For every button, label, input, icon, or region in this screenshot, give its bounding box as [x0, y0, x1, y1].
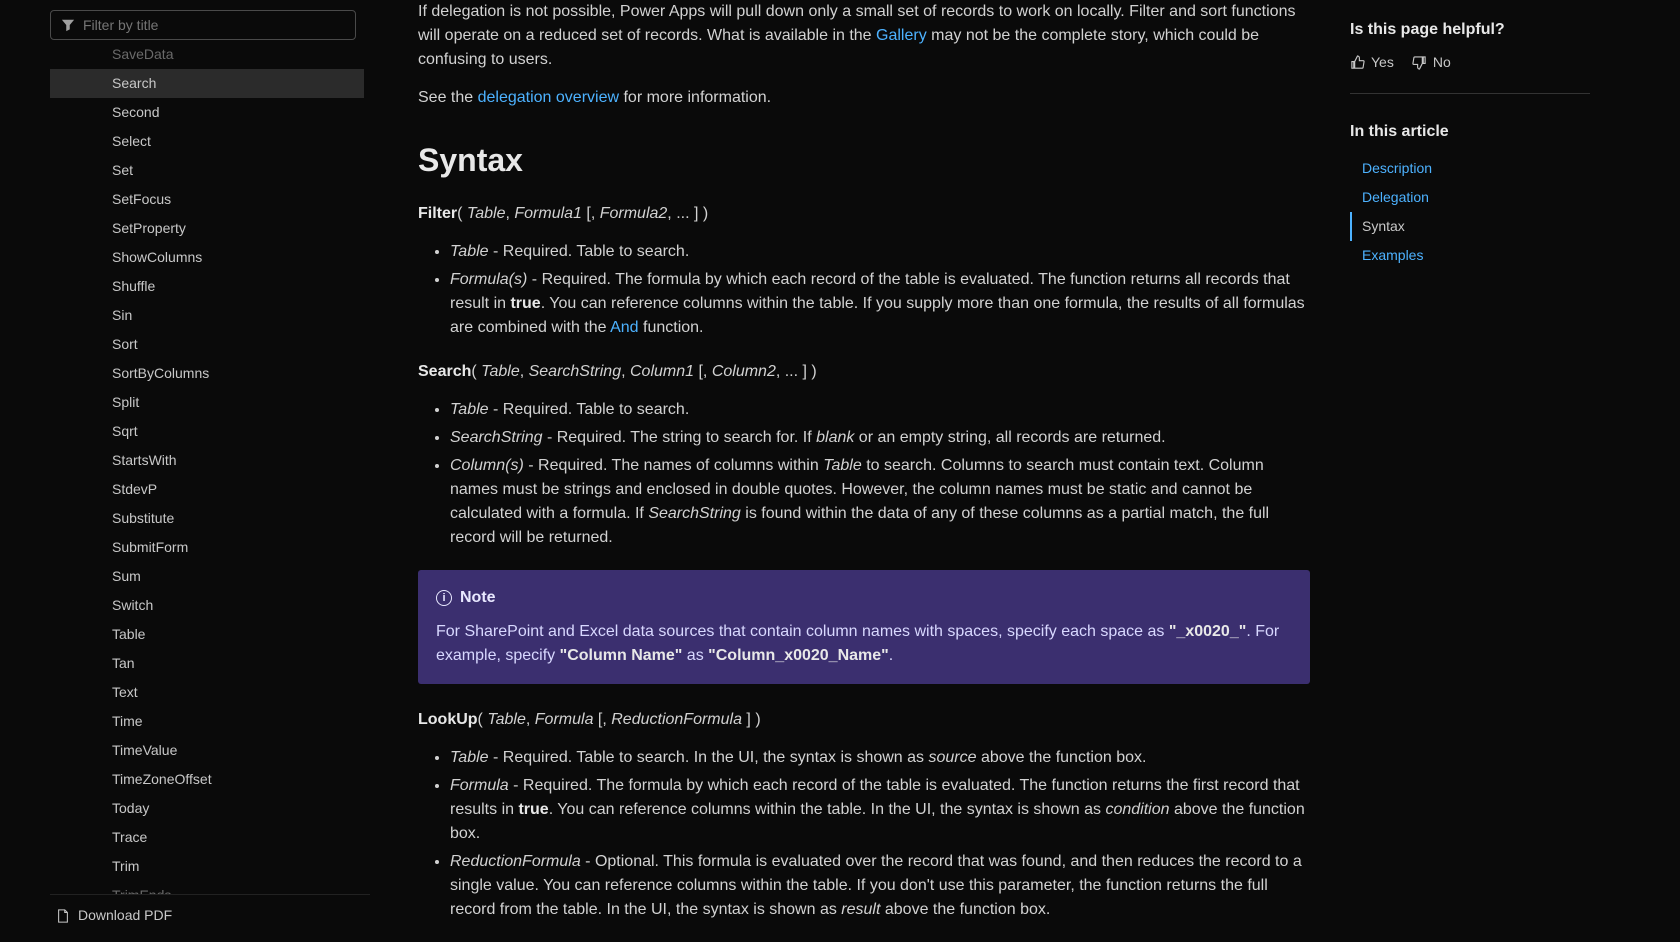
sidebar-item-trace[interactable]: Trace [50, 823, 364, 852]
sidebar-item-table[interactable]: Table [50, 620, 364, 649]
filter-icon [61, 18, 75, 32]
sidebar-item-savedata[interactable]: SaveData [50, 48, 364, 69]
sidebar-item-sqrt[interactable]: Sqrt [50, 417, 364, 446]
sidebar-item-text[interactable]: Text [50, 678, 364, 707]
sidebar-item-search[interactable]: Search [50, 69, 364, 98]
thumbs-up-icon [1350, 55, 1365, 70]
sidebar-item-substitute[interactable]: Substitute [50, 504, 364, 533]
main-content: If delegation is not possible, Power App… [370, 0, 1350, 942]
search-params: Table - Required. Table to search. Searc… [418, 398, 1310, 550]
filter-params: Table - Required. Table to search. Formu… [418, 240, 1310, 340]
sidebar-item-submitform[interactable]: SubmitForm [50, 533, 364, 562]
sidebar-item-split[interactable]: Split [50, 388, 364, 417]
syntax-heading: Syntax [418, 136, 1310, 184]
toc-item-description[interactable]: Description [1350, 154, 1590, 183]
and-link[interactable]: And [610, 319, 638, 336]
feedback-buttons: Yes No [1350, 52, 1590, 94]
sidebar-item-today[interactable]: Today [50, 794, 364, 823]
see-paragraph: See the delegation overview for more inf… [418, 86, 1310, 110]
list-item: Table - Required. Table to search. In th… [450, 746, 1310, 770]
list-item: Formula - Required. The formula by which… [450, 774, 1310, 846]
info-icon: i [436, 590, 452, 606]
sidebar-item-stdevp[interactable]: StdevP [50, 475, 364, 504]
note-heading: i Note [436, 586, 1292, 610]
sidebar-item-switch[interactable]: Switch [50, 591, 364, 620]
list-item: ReductionFormula - Optional. This formul… [450, 850, 1310, 922]
sidebar-item-second[interactable]: Second [50, 98, 364, 127]
list-item: Table - Required. Table to search. [450, 398, 1310, 422]
download-label: Download PDF [78, 905, 172, 926]
delegation-link[interactable]: delegation overview [478, 89, 619, 106]
search-signature: Search( Table, SearchString, Column1 [, … [418, 360, 1310, 384]
toc-heading: In this article [1350, 120, 1590, 144]
sidebar-item-setproperty[interactable]: SetProperty [50, 214, 364, 243]
sidebar-item-showcolumns[interactable]: ShowColumns [50, 243, 364, 272]
feedback-yes[interactable]: Yes [1350, 52, 1394, 73]
delegation-paragraph: If delegation is not possible, Power App… [418, 0, 1310, 72]
right-rail: Is this page helpful? Yes No In this art… [1350, 0, 1610, 942]
sidebar-item-sin[interactable]: Sin [50, 301, 364, 330]
filter-box[interactable] [50, 10, 356, 40]
list-item: Column(s) - Required. The names of colum… [450, 454, 1310, 550]
toc-item-syntax[interactable]: Syntax [1350, 212, 1590, 241]
nav-list[interactable]: SaveDataSearchSecondSelectSetSetFocusSet… [50, 48, 370, 894]
filter-input[interactable] [83, 17, 345, 33]
list-item: Table - Required. Table to search. [450, 240, 1310, 264]
thumbs-down-icon [1412, 55, 1427, 70]
sidebar-item-set[interactable]: Set [50, 156, 364, 185]
sidebar-item-trim[interactable]: Trim [50, 852, 364, 881]
sidebar-item-timevalue[interactable]: TimeValue [50, 736, 364, 765]
list-item: SearchString - Required. The string to s… [450, 426, 1310, 450]
toc-list: DescriptionDelegationSyntaxExamples [1350, 154, 1590, 270]
sidebar-item-startswith[interactable]: StartsWith [50, 446, 364, 475]
sidebar: SaveDataSearchSecondSelectSetSetFocusSet… [0, 0, 370, 942]
feedback-no[interactable]: No [1412, 52, 1451, 73]
feedback-heading: Is this page helpful? [1350, 18, 1590, 42]
list-item: Formula(s) - Required. The formula by wh… [450, 268, 1310, 340]
sidebar-item-setfocus[interactable]: SetFocus [50, 185, 364, 214]
note-body: For SharePoint and Excel data sources th… [436, 620, 1292, 668]
note-callout: i Note For SharePoint and Excel data sou… [418, 570, 1310, 684]
sidebar-item-select[interactable]: Select [50, 127, 364, 156]
sidebar-item-sort[interactable]: Sort [50, 330, 364, 359]
toc-item-delegation[interactable]: Delegation [1350, 183, 1590, 212]
sidebar-item-trimends[interactable]: TrimEnds [50, 881, 364, 894]
sidebar-item-sortbycolumns[interactable]: SortByColumns [50, 359, 364, 388]
sidebar-item-time[interactable]: Time [50, 707, 364, 736]
download-pdf[interactable]: Download PDF [50, 894, 370, 942]
filter-signature: Filter( Table, Formula1 [, Formula2, ...… [418, 202, 1310, 226]
gallery-link[interactable]: Gallery [876, 27, 927, 44]
sidebar-item-sum[interactable]: Sum [50, 562, 364, 591]
sidebar-item-tan[interactable]: Tan [50, 649, 364, 678]
lookup-signature: LookUp( Table, Formula [, ReductionFormu… [418, 708, 1310, 732]
lookup-params: Table - Required. Table to search. In th… [418, 746, 1310, 922]
sidebar-item-shuffle[interactable]: Shuffle [50, 272, 364, 301]
toc-item-examples[interactable]: Examples [1350, 241, 1590, 270]
download-icon [56, 909, 70, 923]
sidebar-item-timezoneoffset[interactable]: TimeZoneOffset [50, 765, 364, 794]
